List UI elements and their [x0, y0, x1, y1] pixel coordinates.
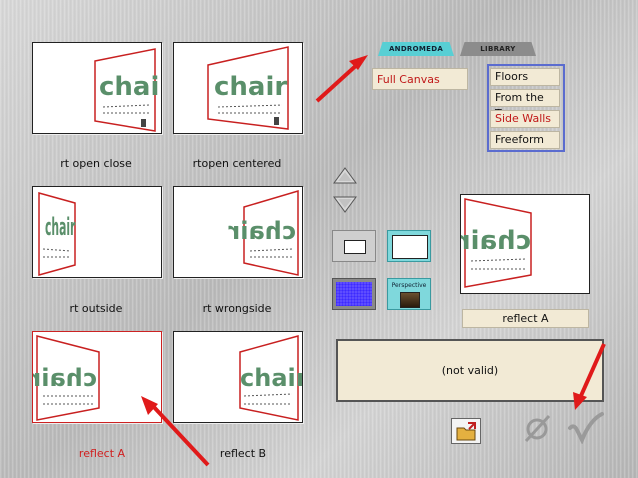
perspective-button[interactable]: Perspective [387, 278, 431, 310]
folder-open-icon [456, 422, 476, 441]
thumb-text: chair [228, 217, 296, 245]
thumb-text: chair [240, 364, 302, 392]
perspective-thumbnail [400, 292, 420, 308]
thumbnail-rtopen-centered[interactable]: chair [173, 42, 303, 134]
frame-large-swatch [392, 235, 428, 259]
thumb-text: chair [45, 214, 76, 241]
check-icon[interactable] [566, 410, 606, 445]
thumbnail-rt-outside[interactable]: chair [32, 186, 162, 278]
thumbnail-caption: reflect B [219, 447, 267, 460]
option-floors[interactable]: Floors [490, 68, 560, 86]
thumbnail-image: chair [239, 335, 302, 421]
option-side-walls[interactable]: Side Walls [490, 110, 560, 128]
folder-open-button[interactable] [451, 418, 481, 444]
thumbnail-caption-selected: reflect A [78, 447, 126, 460]
thumbnail-image: chair [94, 48, 161, 132]
canvas-select[interactable]: Full Canvas [372, 68, 468, 90]
frame-small-swatch [344, 240, 366, 254]
annotation-arrow-tab [315, 55, 368, 103]
thumbnail-image: chair [207, 46, 289, 130]
arrow-down-icon[interactable] [332, 194, 358, 214]
perspective-label: Perspective [391, 282, 427, 289]
status-box: (not valid) [336, 339, 604, 402]
thumbnail-image: chair [33, 335, 100, 421]
cancel-icon[interactable] [520, 412, 554, 444]
thumb-text: chair [33, 364, 97, 392]
thumb-text: chair [99, 72, 161, 102]
frame-small-button[interactable] [332, 230, 376, 262]
thumbnail-rt-open-close[interactable]: chair [32, 42, 162, 134]
thumbnail-reflect-a[interactable]: chair [32, 331, 162, 423]
tab-library[interactable]: LIBRARY [460, 42, 536, 56]
thumbnail-caption: rt outside [69, 302, 123, 315]
preview-text: chair [461, 226, 531, 256]
thumbnail-rt-wrongside[interactable]: chair [173, 186, 303, 278]
thumbnail-caption: rtopen centered [192, 157, 282, 170]
preview-image: chair [460, 194, 590, 294]
option-from-the-top[interactable]: From the Top [490, 89, 560, 120]
option-freeform[interactable]: Freeform [490, 131, 560, 149]
thumbnail-caption: rt open close [60, 157, 132, 170]
tab-andromeda[interactable]: ANDROMEDA [378, 42, 454, 56]
pattern-button[interactable] [332, 278, 376, 310]
thumbnail-image: chair [228, 189, 299, 276]
thumb-text: chair [214, 72, 287, 102]
thumbnail-image: chair [38, 192, 76, 276]
thumbnail-reflect-b[interactable]: chair [173, 331, 303, 423]
preview-label: reflect A [462, 309, 589, 328]
thumbnail-caption: rt wrongside [202, 302, 272, 315]
frame-large-button[interactable] [387, 230, 431, 262]
arrow-up-icon[interactable] [332, 166, 358, 186]
pattern-swatch [336, 282, 372, 306]
